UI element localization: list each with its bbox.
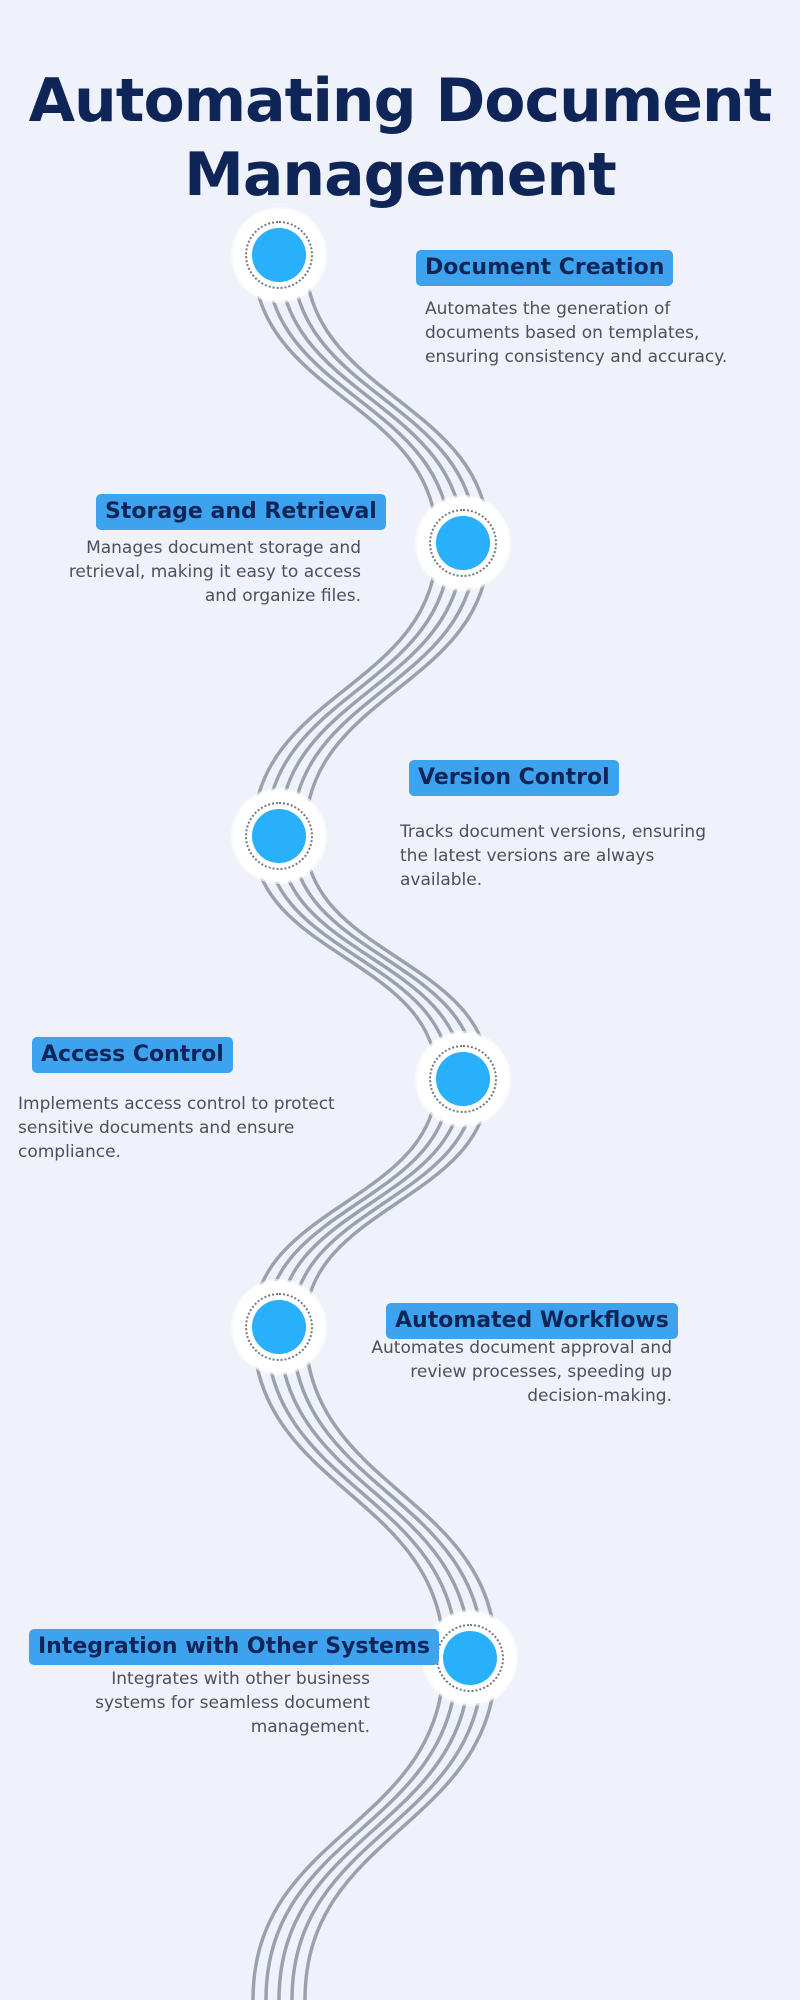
step-description-3: Tracks document versions, ensuring the l… bbox=[400, 822, 706, 890]
step-description-1: Automates the generation of documents ba… bbox=[425, 299, 728, 367]
step-description-6: Integrates with other business systems f… bbox=[95, 1669, 370, 1737]
step-node-dot bbox=[252, 809, 306, 863]
step-node-dot bbox=[436, 516, 490, 570]
step-description-5: Automates document approval and review p… bbox=[371, 1338, 672, 1406]
step-node-dot bbox=[252, 228, 306, 282]
step-label-5: Automated Workflows bbox=[386, 1303, 678, 1339]
step-label-2: Storage and Retrieval bbox=[96, 494, 386, 530]
step-description-4: Implements access control to protect sen… bbox=[18, 1094, 335, 1162]
step-node-dot bbox=[443, 1631, 497, 1685]
step-description-2: Manages document storage and retrieval, … bbox=[68, 538, 361, 606]
step-node-1 bbox=[233, 209, 325, 301]
step-node-2 bbox=[417, 497, 509, 589]
step-node-5 bbox=[233, 1281, 325, 1373]
step-label-4: Access Control bbox=[32, 1037, 233, 1073]
step-node-3 bbox=[233, 790, 325, 882]
step-label-6: Integration with Other Systems bbox=[29, 1629, 439, 1665]
step-node-dot bbox=[436, 1052, 490, 1106]
step-node-dot bbox=[252, 1300, 306, 1354]
step-node-4 bbox=[417, 1033, 509, 1125]
step-label-3: Version Control bbox=[409, 760, 619, 796]
step-label-1: Document Creation bbox=[416, 250, 674, 286]
